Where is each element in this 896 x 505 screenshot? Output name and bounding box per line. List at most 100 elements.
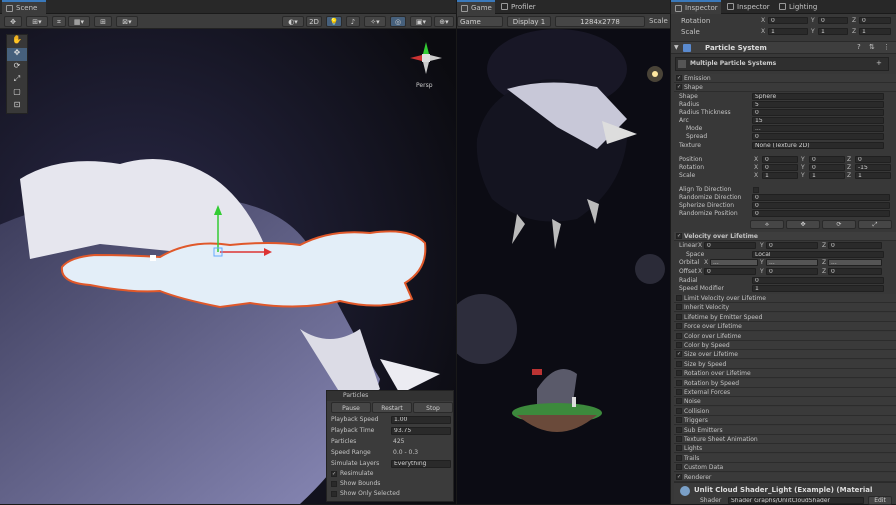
- radius-field[interactable]: 5: [752, 101, 884, 108]
- module-checkbox[interactable]: [676, 323, 682, 330]
- module-color-by-speed[interactable]: Color by Speed: [674, 341, 896, 350]
- shape-rot-y[interactable]: 0: [809, 164, 845, 171]
- offset-x[interactable]: 0: [704, 268, 756, 275]
- shape-scale-y[interactable]: 1: [809, 172, 845, 179]
- playback-speed-field[interactable]: 1.00: [391, 416, 451, 424]
- module-checkbox[interactable]: [676, 417, 682, 424]
- more-icon[interactable]: ⋮: [883, 43, 890, 51]
- material-row[interactable]: Unlit Cloud Shader_Light (Example) (Mate…: [674, 482, 896, 505]
- module-lifetime-by-emitter-speed[interactable]: Lifetime by Emitter Speed: [674, 312, 896, 322]
- module-triggers[interactable]: Triggers: [674, 416, 896, 426]
- scale-shape-icon[interactable]: ⤢: [858, 220, 892, 229]
- module-checkbox[interactable]: [676, 426, 682, 433]
- orbital-x[interactable]: ...: [710, 259, 758, 266]
- gizmos-button[interactable]: ⊕▾: [434, 16, 454, 27]
- module-rotation-by-speed[interactable]: Rotation by Speed: [674, 378, 896, 388]
- playback-time-field[interactable]: 93.75: [391, 427, 451, 435]
- stop-button[interactable]: Stop: [413, 402, 453, 413]
- module-collision[interactable]: Collision: [674, 406, 896, 416]
- randomize-direction-field[interactable]: 0: [752, 194, 890, 201]
- module-velocity-over-lifetime[interactable]: ✓ Velocity over Lifetime: [674, 232, 896, 241]
- radius-thickness-field[interactable]: 0: [752, 109, 884, 116]
- speed-modifier-field[interactable]: 1: [752, 285, 884, 292]
- module-limit-velocity-over-lifetime[interactable]: Limit Velocity over Lifetime: [674, 294, 896, 303]
- shape-scale-z[interactable]: 1: [855, 172, 891, 179]
- offset-y[interactable]: 0: [766, 268, 818, 275]
- module-checkbox[interactable]: [676, 370, 682, 377]
- shape-rot-z[interactable]: -15: [855, 164, 891, 171]
- module-color-over-lifetime[interactable]: Color over Lifetime: [674, 331, 896, 341]
- plus-icon[interactable]: +: [876, 59, 882, 67]
- module-shape[interactable]: ✓ Shape: [674, 83, 896, 92]
- shape-scale-x[interactable]: 1: [762, 172, 798, 179]
- tab-inspector-1[interactable]: Inspector: [671, 0, 721, 14]
- linear-x[interactable]: 0: [704, 242, 756, 249]
- component-header[interactable]: ▼ Particle System ? ⇅ ⋮: [671, 41, 896, 54]
- arc-field[interactable]: 15: [752, 117, 884, 124]
- tab-inspector-2[interactable]: Inspector: [723, 0, 773, 14]
- restart-button[interactable]: Restart: [372, 402, 412, 413]
- offset-z[interactable]: 0: [828, 268, 882, 275]
- module-checkbox[interactable]: [676, 464, 682, 471]
- camera-button[interactable]: ▣▾: [410, 16, 432, 27]
- rotate-shape-icon[interactable]: ⟳: [822, 220, 856, 229]
- edit-shape-icon[interactable]: ⟡: [750, 220, 784, 229]
- show-only-selected-checkbox[interactable]: [331, 491, 337, 497]
- audio-toggle[interactable]: ♪: [346, 16, 360, 27]
- tab-scene[interactable]: Scene: [2, 0, 46, 14]
- module-checkbox[interactable]: ✓: [676, 351, 682, 358]
- shape-dropdown[interactable]: Sphere: [752, 93, 884, 100]
- module-custom-data[interactable]: Custom Data: [674, 463, 896, 473]
- rotate-icon[interactable]: ⟳: [7, 61, 27, 74]
- module-checkbox[interactable]: [676, 389, 682, 395]
- module-checkbox[interactable]: [676, 313, 682, 320]
- module-checkbox[interactable]: [676, 295, 682, 301]
- resimulate-checkbox[interactable]: ✓: [331, 471, 337, 477]
- shading-button[interactable]: ◐▾: [282, 16, 304, 27]
- emission-checkbox[interactable]: ✓: [676, 75, 682, 81]
- module-renderer[interactable]: ✓ Renderer: [674, 472, 896, 482]
- module-sub-emitters[interactable]: Sub Emitters: [674, 425, 896, 435]
- module-checkbox[interactable]: [676, 445, 682, 452]
- tab-game[interactable]: Game: [457, 0, 495, 14]
- orbital-y[interactable]: ...: [766, 259, 818, 266]
- resolution-dropdown[interactable]: 1284x2778: [555, 16, 645, 27]
- step-button[interactable]: ⊞: [94, 16, 112, 27]
- lighting-toggle[interactable]: 💡: [326, 16, 342, 27]
- rot-z[interactable]: 0: [859, 17, 891, 24]
- align-direction-checkbox[interactable]: [753, 187, 759, 193]
- module-checkbox[interactable]: [676, 454, 682, 461]
- game-display-dropdown[interactable]: Game: [457, 16, 503, 27]
- module-checkbox[interactable]: [676, 342, 682, 348]
- transform-icon[interactable]: ⊡: [7, 100, 27, 113]
- mode-dropdown[interactable]: ...: [752, 125, 884, 132]
- module-emission[interactable]: ✓ Emission: [674, 74, 896, 83]
- module-checkbox[interactable]: ✓: [676, 473, 682, 480]
- snap-button[interactable]: ⌗: [52, 16, 66, 27]
- module-size-by-speed[interactable]: Size by Speed: [674, 359, 896, 369]
- scale-icon[interactable]: ⤢: [7, 74, 27, 87]
- radial-field[interactable]: 0: [752, 277, 884, 284]
- pivot-button[interactable]: ⊞▾: [26, 16, 48, 27]
- texture-field[interactable]: None (Texture 2D): [752, 142, 884, 149]
- move-snap-button[interactable]: ⊠▾: [116, 16, 138, 27]
- module-external-forces[interactable]: External Forces: [674, 388, 896, 397]
- linear-z[interactable]: 0: [828, 242, 882, 249]
- move-shape-icon[interactable]: ✥: [786, 220, 820, 229]
- module-checkbox[interactable]: [676, 360, 682, 367]
- orientation-gizmo[interactable]: [406, 38, 446, 78]
- scale-x[interactable]: 1: [768, 28, 808, 35]
- spread-field[interactable]: 0: [752, 133, 884, 140]
- randomize-position-field[interactable]: 0: [752, 210, 890, 217]
- velocity-checkbox[interactable]: ✓: [676, 233, 682, 239]
- preset-icon[interactable]: ⇅: [869, 43, 875, 51]
- move-icon[interactable]: ✥: [7, 48, 27, 61]
- orbital-z[interactable]: ...: [828, 259, 882, 266]
- shape-checkbox[interactable]: ✓: [676, 84, 682, 90]
- show-bounds-checkbox[interactable]: [331, 481, 337, 487]
- module-rotation-over-lifetime[interactable]: Rotation over Lifetime: [674, 369, 896, 379]
- module-checkbox[interactable]: [676, 304, 682, 311]
- rot-y[interactable]: 0: [818, 17, 848, 24]
- hand-icon[interactable]: ✋: [7, 35, 27, 48]
- visibility-toggle[interactable]: ◎: [390, 16, 406, 27]
